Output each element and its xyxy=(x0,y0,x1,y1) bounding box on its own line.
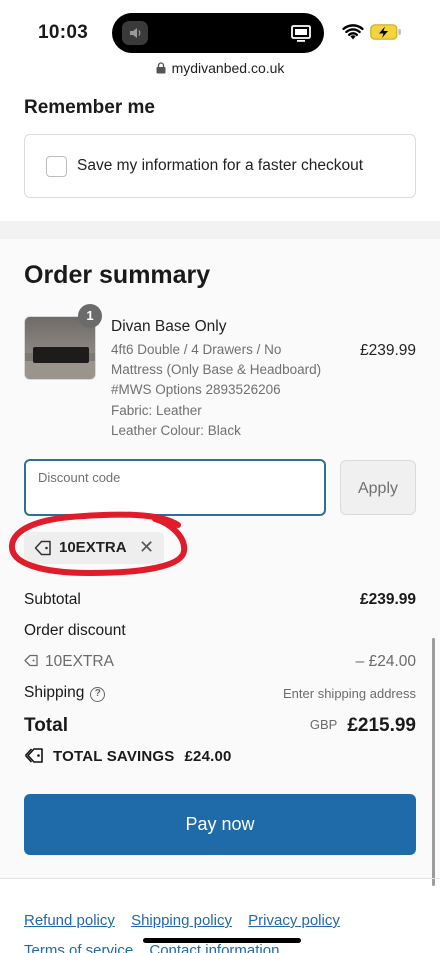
terms-of-service-link[interactable]: Terms of service xyxy=(24,942,133,953)
variant-line: 4ft6 Double / 4 Drawers / No xyxy=(111,342,282,357)
discount-code-placeholder: Discount code xyxy=(38,470,121,485)
total-savings-row: TOTAL SAVINGS £24.00 xyxy=(24,747,232,765)
screen-mirroring-icon xyxy=(290,22,312,44)
pay-now-button[interactable]: Pay now xyxy=(24,794,416,855)
lock-icon xyxy=(156,62,166,74)
remember-me-label[interactable]: Save my information for a faster checkou… xyxy=(77,157,363,175)
variant-line: Fabric: Leather xyxy=(111,402,202,418)
savings-tag-icon xyxy=(24,748,43,763)
total-savings-label: TOTAL SAVINGS xyxy=(53,748,175,765)
total-savings-value: £24.00 xyxy=(184,748,232,765)
product-price: £239.99 xyxy=(359,342,416,359)
battery-charging-icon xyxy=(370,24,401,40)
help-icon[interactable]: ? xyxy=(90,687,106,702)
variant-line: Mattress (Only Base & Headboard) xyxy=(111,362,322,378)
section-divider xyxy=(0,221,440,239)
remember-me-option[interactable]: Save my information for a faster checkou… xyxy=(24,134,416,198)
order-discount-code: 10EXTRA xyxy=(45,653,114,670)
total-label: Total xyxy=(24,715,68,736)
shipping-policy-link[interactable]: Shipping policy xyxy=(131,912,232,929)
privacy-policy-link[interactable]: Privacy policy xyxy=(248,912,340,929)
product-title: Divan Base Only xyxy=(111,318,227,335)
contact-information-link[interactable]: Contact information xyxy=(149,942,279,953)
refund-policy-link[interactable]: Refund policy xyxy=(24,912,115,929)
audio-icon xyxy=(122,21,148,45)
remember-me-checkbox[interactable] xyxy=(46,156,67,177)
product-variant-details: 4ft6 Double / 4 Drawers / No Mattress (O… xyxy=(111,340,341,441)
policy-links: Refund policy Shipping policy Privacy po… xyxy=(24,906,424,953)
order-discount-value: – £24.00 xyxy=(355,653,416,670)
red-annotation-circle xyxy=(9,511,188,577)
status-time: 10:03 xyxy=(38,22,89,43)
shipping-value: Enter shipping address xyxy=(283,686,416,701)
order-discount-label: Order discount xyxy=(24,622,126,639)
variant-line: Leather Colour: Black xyxy=(111,422,241,438)
remember-me-heading: Remember me xyxy=(24,97,155,118)
total-currency: GBP xyxy=(309,717,338,732)
wifi-icon xyxy=(342,24,364,40)
home-indicator xyxy=(143,938,301,943)
apply-discount-button[interactable]: Apply xyxy=(340,460,416,515)
subtotal-label: Subtotal xyxy=(24,591,81,608)
dynamic-island xyxy=(112,13,324,53)
status-bar: 10:03 xyxy=(0,0,440,58)
scrollbar-thumb[interactable] xyxy=(432,638,435,886)
tag-icon xyxy=(24,654,38,667)
variant-line: #MWS Options 2893526206 xyxy=(111,382,281,398)
total-value: £215.99 xyxy=(347,715,416,736)
footer-divider xyxy=(0,878,440,879)
subtotal-value: £239.99 xyxy=(359,591,416,608)
address-bar[interactable]: mydivanbed.co.uk xyxy=(0,60,440,76)
quantity-badge: 1 xyxy=(78,304,102,328)
order-summary-heading: Order summary xyxy=(24,261,211,289)
url-text: mydivanbed.co.uk xyxy=(171,60,285,76)
shipping-label: Shipping xyxy=(24,684,85,701)
